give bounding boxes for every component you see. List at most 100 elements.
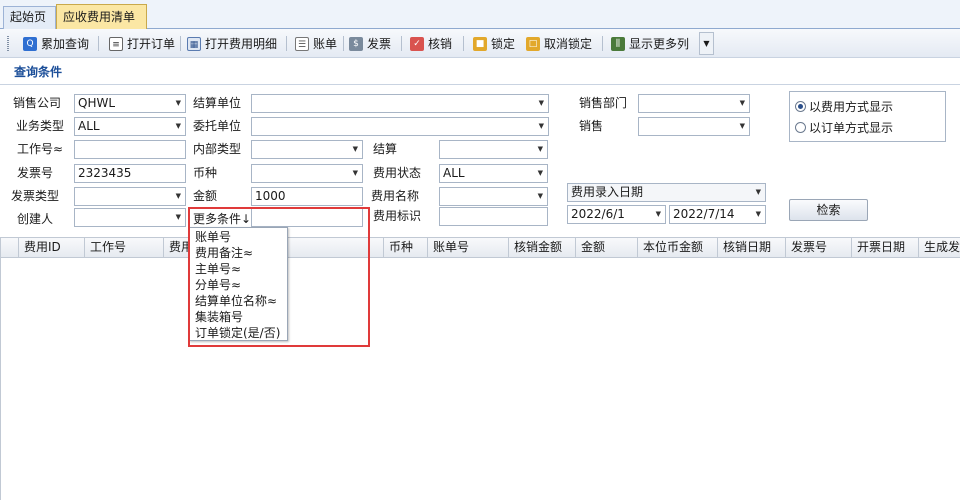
search-icon: Q [23,36,37,51]
grid-header: 费用ID 工作号 费用 币种 账单号 核销金额 金额 本位币金额 核销日期 发票… [0,237,960,258]
column-header[interactable]: 核销金额 [508,238,575,257]
button-label: 发票 [367,37,392,51]
button-label: 取消锁定 [544,37,593,51]
highlight-annotation-box [188,207,370,347]
invoice-type-select[interactable] [74,187,186,206]
column-header[interactable]: 开票日期 [851,238,918,257]
columns-icon: ⫼ [611,36,625,51]
toolbar-separator [98,36,99,51]
settle-unit-label: 结算单位 [193,96,242,110]
invoice-type-label: 发票类型 [11,189,60,203]
radio-label: 以费用方式显示 [809,99,894,114]
column-header[interactable]: 币种 [383,238,427,257]
toolbar-grip[interactable] [7,36,9,51]
fee-name-label: 费用名称 [371,189,420,203]
button-label: 显示更多列 [629,37,690,51]
radio-checked-icon [795,100,806,112]
unlock-icon: □ [526,36,540,51]
fee-tag-label: 费用标识 [373,209,422,223]
calendar-check-icon: ✓ [410,36,424,51]
button-label: 账单 [313,37,338,51]
fee-tag-input[interactable] [439,207,548,226]
creator-label: 创建人 [17,212,54,226]
toolbar: Q 累加查询 ≡ 打开订单 ▦ 打开费用明细 ☰ 账单 $ 发票 ✓ 核销 ■ … [0,29,960,58]
job-no-label: 工作号≈ [17,142,64,156]
date-from-picker[interactable]: 2022/6/1 [567,205,666,224]
entrust-unit-label: 委托单位 [193,119,242,133]
date-to-picker[interactable]: 2022/7/14 [669,205,766,224]
button-label: 打开费用明细 [205,37,278,51]
toolbar-separator [343,36,344,51]
settle-select[interactable] [439,140,548,159]
open-fee-detail-button[interactable]: ▦ 打开费用明细 [187,33,277,54]
display-mode-group: 以费用方式显示 以订单方式显示 [789,91,946,142]
button-label: 锁定 [491,37,516,51]
invoice-no-label: 发票号 [17,166,54,180]
section-divider [0,84,960,85]
radio-label: 以订单方式显示 [809,120,894,135]
lock-icon: ■ [473,36,487,51]
amount-input[interactable]: 1000 [251,187,363,206]
job-no-input[interactable] [74,140,186,159]
sales-dept-label: 销售部门 [579,96,628,110]
invoice-button[interactable]: $ 发票 [349,33,391,54]
fee-name-select[interactable] [439,187,548,206]
search-button[interactable]: 检索 [789,199,868,221]
column-header[interactable]: 发票号 [785,238,851,257]
currency-label: 币种 [193,166,218,180]
verify-button[interactable]: ✓ 核销 [410,33,452,54]
invoice-icon: $ [349,36,363,51]
button-label: 累加查询 [41,37,90,51]
amount-label: 金额 [193,189,218,203]
toolbar-separator [286,36,287,51]
lock-button[interactable]: ■ 锁定 [473,33,515,54]
column-header[interactable]: 账单号 [427,238,508,257]
button-label: 核销 [428,37,453,51]
tab-start-page[interactable]: 起始页 [3,6,56,29]
invoice-no-input[interactable]: 2323435 [74,164,186,183]
bill-button[interactable]: ☰ 账单 [295,33,337,54]
toolbar-overflow-chevron-icon[interactable]: ▼ [699,32,714,55]
tab-receivable-fee-list[interactable]: 应收费用清单 [56,4,147,30]
document-icon: ≡ [109,36,123,51]
sales-dept-select[interactable] [638,94,750,113]
toolbar-separator [463,36,464,51]
creator-select[interactable] [74,208,186,227]
sales-label: 销售 [579,119,604,133]
toolbar-separator [602,36,603,51]
display-by-order-radio[interactable]: 以订单方式显示 [795,118,893,136]
grid-body[interactable] [0,258,960,500]
internal-type-label: 内部类型 [193,142,242,156]
fee-status-select[interactable]: ALL [439,164,548,183]
unlock-button[interactable]: □ 取消锁定 [526,33,592,54]
column-header[interactable]: 费用ID [18,238,84,257]
table-icon: ▦ [187,36,201,51]
sales-company-select[interactable]: QHWL [74,94,186,113]
grid-row-indicator [0,238,18,257]
open-order-button[interactable]: ≡ 打开订单 [109,33,175,54]
currency-select[interactable] [251,164,363,183]
column-header[interactable]: 本位币金额 [637,238,717,257]
bill-icon: ☰ [295,36,309,51]
show-more-columns-button[interactable]: ⫼ 显示更多列 [611,33,689,54]
display-by-fee-radio[interactable]: 以费用方式显示 [795,97,893,115]
column-header[interactable]: 生成发 [918,238,960,257]
column-header[interactable]: 金额 [575,238,637,257]
entrust-unit-select[interactable] [251,117,549,136]
fee-status-label: 费用状态 [373,166,422,180]
column-header[interactable]: 核销日期 [717,238,785,257]
tab-bar: 起始页 应收费用清单 [0,0,960,30]
date-type-select[interactable]: 费用录入日期 [567,183,766,202]
column-header[interactable]: 工作号 [84,238,163,257]
business-type-select[interactable]: ALL [74,117,186,136]
cumulative-query-button[interactable]: Q 累加查询 [23,33,89,54]
sales-company-label: 销售公司 [13,96,62,110]
toolbar-separator [401,36,402,51]
sales-select[interactable] [638,117,750,136]
settle-unit-select[interactable] [251,94,549,113]
internal-type-select[interactable] [251,140,363,159]
section-title: 查询条件 [14,65,63,79]
button-label: 打开订单 [127,37,176,51]
radio-unchecked-icon [795,121,806,133]
tab-label: 起始页 [10,10,47,24]
